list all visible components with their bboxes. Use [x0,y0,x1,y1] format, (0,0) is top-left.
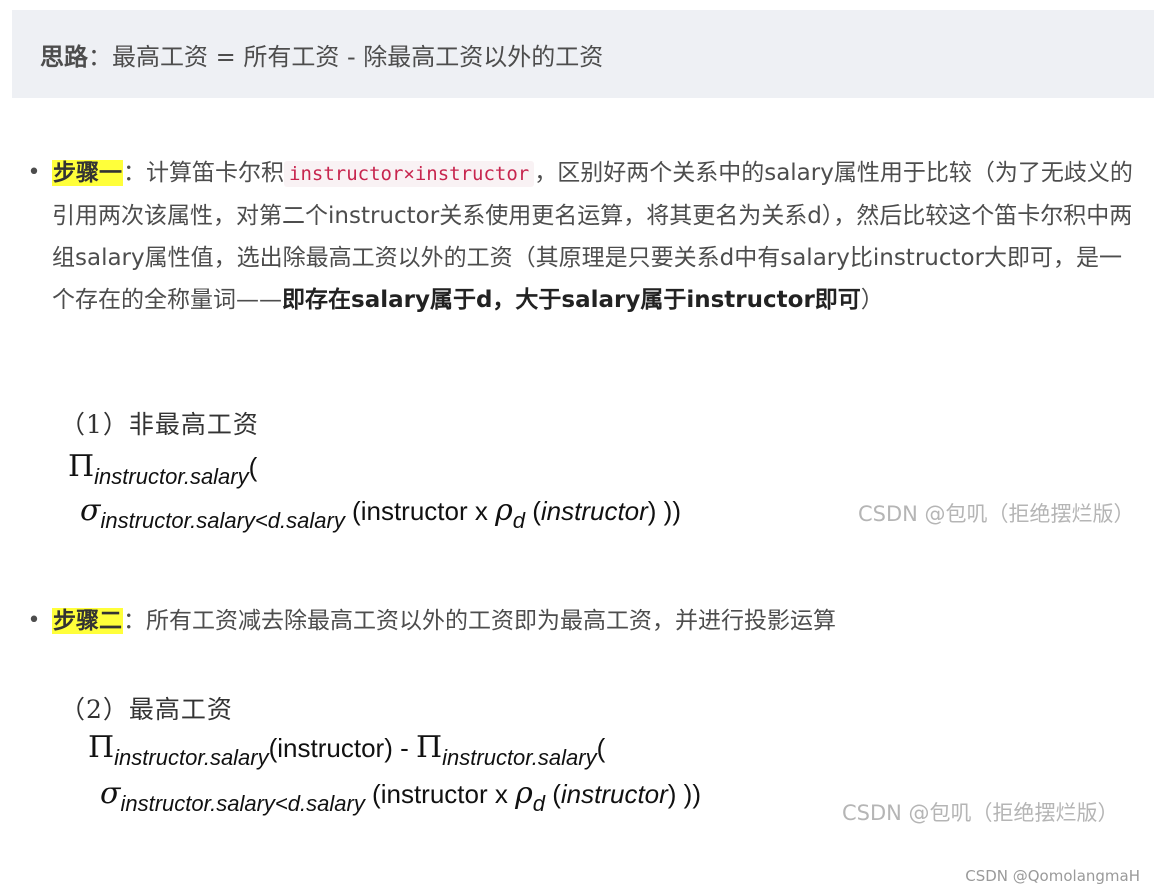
expr-part-b: ( [524,496,541,526]
figure2-difference-line: Πinstructor.salary(instructor) - Πinstru… [88,730,606,770]
expr-part-a: (instructor x [344,496,496,526]
step2-list-item: • 步骤二：所有工资减去除最高工资以外的工资即为最高工资，并进行投影运算 [24,600,1134,642]
step1-text-c: ） [860,287,884,313]
figure2-heading: （2）最高工资 [60,695,233,724]
sigma-symbol: σ [100,776,121,811]
rho-subscript: d [512,508,525,533]
bullet-dot: • [27,160,41,185]
idea-text: 最高工资 = 所有工资 - 除最高工资以外的工资 [112,42,604,71]
pi-symbol-2: Π [415,730,443,765]
idea-note: 思路：最高工资 = 所有工资 - 除最高工资以外的工资 [12,10,1154,98]
pi-subscript-2: instructor.salary [442,745,597,770]
rho-symbol: ρ [495,493,513,528]
footer-watermark: CSDN @QomolangmaH [965,867,1140,885]
pi-open-paren: ( [596,733,606,763]
sigma-symbol: σ [80,493,101,528]
step2-text: ：所有工资减去除最高工资以外的工资即为最高工资，并进行投影运算 [123,608,836,634]
sigma-subscript: instructor.salary<d.salary [120,791,365,816]
figure1-selection-line: σinstructor.salary<d.salary (instructor … [80,493,681,533]
step2-label: 步骤二 [52,608,123,634]
expr-part-d: ) )) [667,779,701,809]
pi-symbol: Π [88,730,115,765]
pi-subscript: instructor.salary [94,464,249,489]
idea-colon: ： [88,42,112,71]
figure1-projection-line: Πinstructor.salary( [68,449,258,489]
step1-bold-text: 即存在salary属于d，大于salary属于instructor即可 [282,287,861,313]
bullet-dot: • [27,608,41,633]
step1-label: 步骤一 [52,160,123,186]
formula-figure-1: （1）非最高工资 Πinstructor.salary( σinstructor… [60,405,1150,545]
rho-subscript: d [532,791,545,816]
figure1-heading: （1）非最高工资 [60,410,259,439]
figure2-watermark: CSDN @包叽（拒绝摆烂版） [842,801,1119,825]
expr-part-a: (instructor x [364,779,516,809]
figure1-watermark: CSDN @包叽（拒绝摆烂版） [858,502,1135,526]
expr-part-b: ( [544,779,561,809]
expr-part-c: instructor [560,779,668,809]
step1-list-item: • 步骤一：计算笛卡尔积 instructor×instructor ，区别好两个关… [24,152,1134,321]
step1-text-a: ：计算笛卡尔积 [123,160,284,186]
formula-figure-2: （2）最高工资 Πinstructor.salary(instructor) -… [60,690,1150,835]
expr-part-c: instructor [540,496,648,526]
step2-content: 步骤二：所有工资减去除最高工资以外的工资即为最高工资，并进行投影运算 [52,600,1134,642]
rho-symbol: ρ [515,776,533,811]
cartesian-product-code: instructor×instructor [284,161,535,187]
figure2-selection-line: σinstructor.salary<d.salary (instructor … [100,776,701,816]
step1-content: 步骤一：计算笛卡尔积 instructor×instructor ，区别好两个关系中… [52,152,1134,321]
difference-middle: (instructor) - [268,733,416,763]
sigma-subscript: instructor.salary<d.salary [100,508,345,533]
pi-symbol: Π [68,449,95,484]
expr-part-d: ) )) [647,496,681,526]
pi-open-paren: ( [248,452,258,482]
idea-label: 思路 [40,42,88,71]
pi-subscript: instructor.salary [114,745,269,770]
